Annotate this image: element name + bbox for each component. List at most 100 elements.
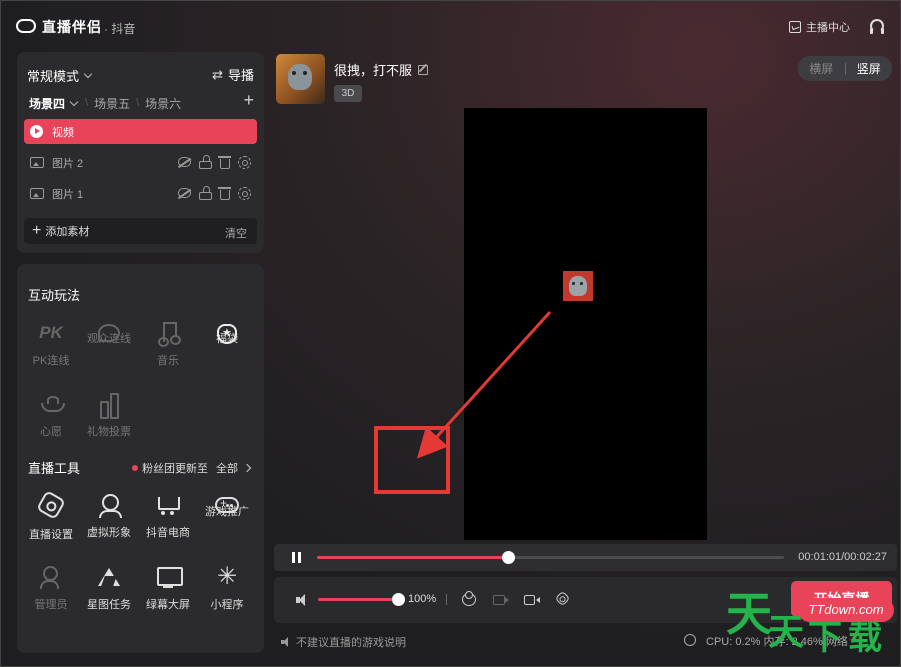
edit-icon[interactable]	[418, 64, 429, 75]
trash-icon[interactable]	[218, 156, 231, 169]
annotation-box	[374, 426, 450, 494]
music-icon	[155, 320, 181, 347]
orientation-toggle: 横屏 竖屏	[798, 56, 892, 81]
fans-update-label: 粉丝团更新至	[142, 463, 208, 475]
live-settings-button[interactable]: 直播设置	[24, 489, 78, 542]
gift-vote-button[interactable]: 礼物投票	[82, 391, 136, 439]
green-screen-icon	[155, 564, 183, 590]
game-notice-link[interactable]: 不建议直播的游戏说明	[281, 634, 406, 650]
avatar-button[interactable]: 虚拟形象	[82, 492, 136, 540]
pause-icon[interactable]	[292, 552, 301, 563]
host-center-button[interactable]: 主播中心	[789, 19, 850, 35]
star-task-button[interactable]: 星图任务	[82, 564, 136, 612]
volume-fill	[318, 598, 398, 601]
tools-title: 直播工具	[28, 461, 81, 476]
mini-program-icon: ✳	[216, 563, 238, 590]
live-settings-label: 直播设置	[29, 529, 73, 541]
live-preview[interactable]	[464, 108, 707, 540]
plus-icon: +	[32, 222, 42, 239]
wish-label: 心愿	[40, 426, 62, 438]
settings-icon[interactable]	[554, 590, 571, 607]
game-thumbnail[interactable]	[276, 54, 325, 104]
speaker-icon[interactable]	[296, 594, 308, 606]
admin-icon	[38, 564, 64, 590]
preview-sprite[interactable]	[563, 271, 593, 301]
gear-icon[interactable]	[238, 156, 251, 169]
game-promo-button[interactable]: 游戏推广	[200, 492, 254, 519]
mini-program-button[interactable]: ✳ 小程序	[200, 564, 254, 612]
layer-label: 图片 2	[52, 157, 84, 170]
badge-3d: 3D	[334, 85, 362, 102]
pk-link-label: PK连线	[32, 355, 70, 367]
volume-slider[interactable]	[318, 593, 405, 606]
ecommerce-button[interactable]: 抖音电商	[141, 492, 195, 540]
speaker-icon	[281, 637, 291, 647]
volume-handle[interactable]	[392, 593, 405, 606]
tab-scene-5[interactable]: 场景五	[94, 95, 130, 112]
all-label: 全部	[216, 463, 238, 475]
music-button[interactable]: 音乐	[141, 320, 195, 368]
pk-link-button[interactable]: PK PK连线	[24, 320, 78, 368]
ecommerce-label: 抖音电商	[146, 527, 190, 539]
title-bar: 直播伴侣 · 抖音 主播中心	[1, 1, 901, 51]
add-scene-button[interactable]: +	[243, 91, 254, 109]
live-settings-icon	[35, 489, 67, 521]
layer-label: 图片 1	[52, 188, 84, 201]
unlock-icon[interactable]	[199, 186, 212, 200]
trash-icon[interactable]	[218, 187, 231, 200]
watermark: 天 天 下 载 TTdown.com	[726, 591, 898, 663]
beauty-icon[interactable]	[462, 591, 476, 606]
avatar-icon	[96, 492, 122, 518]
image-icon	[30, 157, 44, 168]
music-label: 音乐	[157, 355, 179, 367]
add-material-button[interactable]: + 添加素材 清空	[24, 218, 257, 244]
fans-update-link[interactable]: 粉丝团更新至 全部	[132, 460, 252, 476]
layer-item-image-2[interactable]: 图片 2	[24, 150, 257, 175]
layer-item-image-1[interactable]: 图片 1	[24, 181, 257, 206]
image-icon	[30, 188, 44, 199]
clear-button[interactable]: 清空	[225, 225, 247, 241]
admin-label: 管理员	[34, 599, 68, 611]
interaction-title: 互动玩法	[28, 288, 81, 303]
camera-off-icon[interactable]	[493, 595, 509, 605]
app-name: 直播伴侣	[42, 19, 102, 35]
eye-off-icon[interactable]	[178, 188, 191, 198]
audience-link-button[interactable]: 观众连线	[82, 320, 136, 346]
admin-button[interactable]: 管理员	[24, 564, 78, 612]
time-readout: 00:01:01/00:02:27	[798, 551, 887, 563]
task-icon	[96, 564, 122, 590]
camera-icon[interactable]	[524, 595, 540, 605]
director-button[interactable]: ⇄ 导播	[212, 65, 254, 84]
scene-tabs: 场景四 \ 场景五 \ 场景六 +	[29, 91, 254, 112]
portrait-option[interactable]: 竖屏	[846, 60, 893, 77]
notification-dot	[132, 465, 138, 471]
chevron-right-icon	[242, 463, 252, 473]
chevron-down-icon[interactable]	[69, 97, 79, 106]
eye-off-icon[interactable]	[178, 157, 191, 167]
progress-handle[interactable]	[502, 551, 516, 564]
mode-dropdown[interactable]: 常规模式	[27, 66, 93, 85]
tab-scene-6[interactable]: 场景六	[145, 95, 181, 112]
wish-button[interactable]: 心愿	[24, 391, 78, 439]
chevron-down-icon	[83, 69, 93, 79]
progress-track[interactable]	[317, 551, 784, 564]
mode-label: 常规模式	[27, 69, 80, 84]
performance-icon	[684, 634, 696, 646]
gamepad-icon	[215, 496, 239, 513]
layer-label: 视频	[52, 126, 74, 139]
unlock-icon[interactable]	[199, 155, 212, 169]
playback-bar: 00:01:01/00:02:27	[274, 544, 897, 571]
star-task-label: 星图任务	[87, 599, 131, 611]
director-label: 导播	[227, 68, 254, 83]
divider	[446, 594, 447, 605]
gear-icon[interactable]	[238, 187, 251, 200]
layer-item-video[interactable]: 视频	[24, 119, 257, 144]
app-logo-icon	[16, 19, 36, 33]
landscape-option[interactable]: 横屏	[798, 60, 845, 77]
tab-scene-4[interactable]: 场景四	[29, 95, 65, 112]
play-icon	[30, 125, 43, 138]
avatar-label: 虚拟形象	[87, 527, 131, 539]
green-screen-button[interactable]: 绿幕大屏	[141, 564, 195, 612]
lucky-bag-button[interactable]: 福袋	[200, 320, 254, 346]
headset-icon[interactable]	[870, 19, 884, 34]
